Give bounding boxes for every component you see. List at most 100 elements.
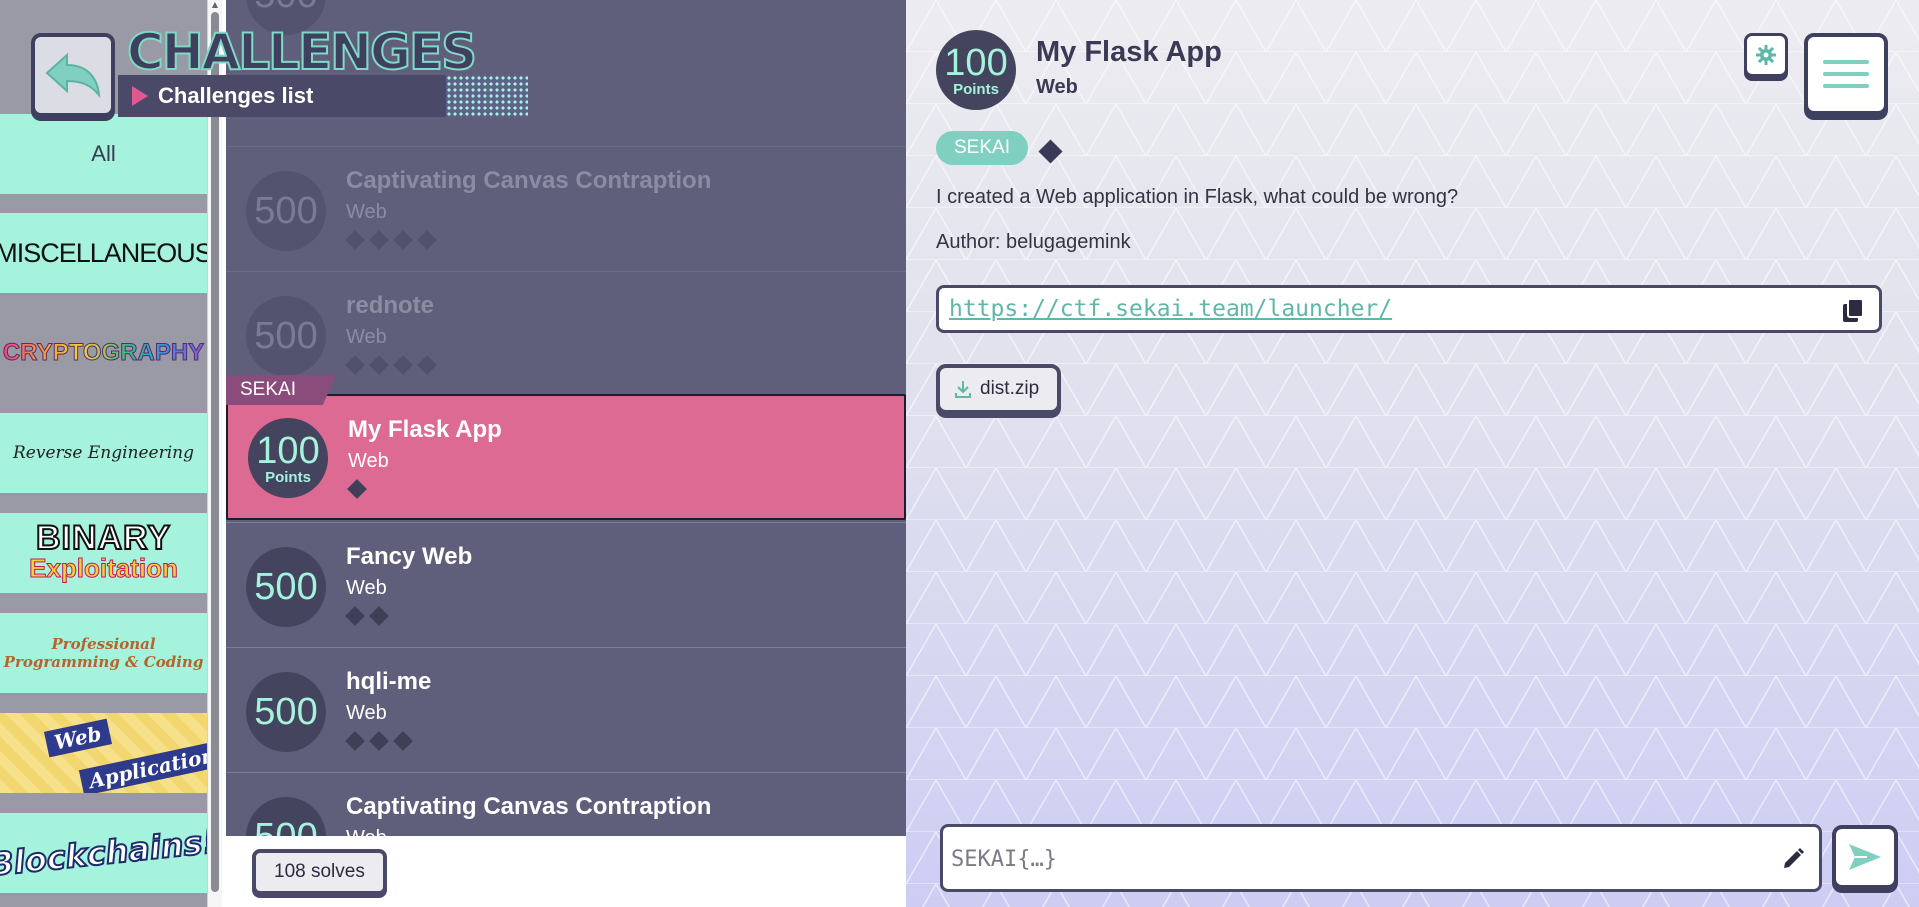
challenge-category: Web [346, 201, 387, 223]
challenge-category: Web [346, 577, 387, 599]
difficulty-diamond-icon [417, 355, 437, 375]
category-sidebar: All MISCELLANEOUS CRYPTOGRAPHY Reverse E… [0, 0, 207, 907]
hamburger-menu-button[interactable] [1804, 33, 1888, 115]
challenge-description: I created a Web application in Flask, wh… [936, 186, 1459, 208]
dot-pattern [446, 75, 528, 117]
download-button[interactable]: dist.zip [936, 364, 1062, 414]
points-badge: 500 [246, 171, 326, 251]
challenge-title: Captivating Canvas Contraption [346, 167, 712, 194]
detail-category: Web [1036, 76, 1078, 98]
challenge-row[interactable]: 500 Captivating Canvas Contraption Web [226, 772, 906, 836]
challenge-title: rednote [346, 292, 435, 319]
page-subtitle-label: Challenges list [158, 83, 314, 108]
category-crypto[interactable]: CRYPTOGRAPHY [0, 313, 207, 393]
challenge-title: Captivating Canvas Contraption [346, 793, 712, 820]
category-misc[interactable]: MISCELLANEOUS [0, 213, 207, 293]
menu-line [1823, 72, 1869, 76]
back-arrow-icon [45, 52, 101, 99]
difficulty-diamond-icon [417, 230, 437, 250]
download-label: dist.zip [980, 378, 1040, 399]
difficulty-indicator [347, 479, 367, 499]
category-ppc[interactable]: Professional Programming & Coding [0, 613, 207, 693]
points-badge: 500 [246, 296, 326, 376]
difficulty-diamond-icon [369, 731, 389, 751]
category-web-label-2: Application [78, 740, 207, 793]
category-reverse[interactable]: Reverse Engineering [0, 413, 207, 493]
challenge-row[interactable]: 500 Fancy Web Web [226, 522, 906, 646]
detail-points-badge: 100 Points [936, 30, 1016, 110]
triangle-pattern [906, 0, 1919, 907]
category-pwn-label-2: Exploitation [29, 553, 179, 584]
category-crypto-label: CRYPTOGRAPHY [2, 339, 205, 367]
difficulty-diamond-icon [345, 731, 365, 751]
sidebar-scrollbar[interactable]: ▲ [207, 0, 222, 907]
challenge-category: Web [348, 450, 389, 472]
points-label: Points [265, 468, 311, 486]
category-all[interactable]: All [0, 114, 207, 194]
difficulty-diamond-icon [345, 230, 365, 250]
difficulty-diamond-icon [369, 230, 389, 250]
difficulty-diamond-icon [393, 230, 413, 250]
challenge-category: Web [346, 827, 387, 836]
category-web[interactable]: Web Application [0, 713, 207, 793]
challenge-title: My Flask App [348, 416, 502, 443]
category-all-label: All [91, 141, 116, 166]
copy-icon[interactable] [1841, 298, 1865, 324]
points-badge: 500 [246, 797, 326, 836]
scroll-up-arrow-icon[interactable]: ▲ [211, 0, 219, 10]
flag-field[interactable] [940, 824, 1822, 892]
difficulty-indicator [345, 355, 437, 375]
challenge-row[interactable]: 500 hqli-me Web [226, 647, 906, 771]
category-pwn[interactable]: BINARY Exploitation [0, 513, 207, 593]
category-web-label-1: Web [43, 718, 112, 758]
detail-points-value: 100 [944, 41, 1008, 84]
play-triangle-icon [132, 86, 148, 106]
pencil-icon [1784, 848, 1804, 868]
detail-title: My Flask App [1036, 36, 1222, 68]
difficulty-diamond-icon [369, 355, 389, 375]
challenge-author: Author: belugagemink [936, 231, 1131, 253]
page-subtitle: Challenges list [118, 75, 528, 117]
category-pwn-label-1: BINARY [35, 519, 172, 557]
challenge-title: hqli-me [346, 668, 432, 695]
points-value: 500 [254, 566, 318, 608]
difficulty-diamond-icon [393, 731, 413, 751]
difficulty-indicator [345, 731, 413, 751]
points-badge: 100 Points [248, 418, 328, 498]
launcher-link[interactable]: https://ctf.sekai.team/launcher/ [949, 296, 1392, 322]
page-title: CHALLENGES [126, 22, 478, 82]
sekai-ribbon: SEKAI [226, 375, 336, 405]
difficulty-diamond-icon [347, 479, 367, 499]
difficulty-diamond-icon [393, 355, 413, 375]
points-value: 100 [256, 429, 320, 472]
back-button[interactable] [31, 33, 115, 117]
solves-button[interactable]: 108 solves [252, 849, 387, 895]
difficulty-indicator [345, 606, 389, 626]
points-value: 500 [254, 691, 318, 733]
challenge-row[interactable]: 500 Captivating Canvas Contraption Web [226, 146, 906, 270]
category-misc-label: MISCELLANEOUS [0, 237, 207, 268]
difficulty-indicator [345, 230, 437, 250]
submit-flag-button[interactable] [1832, 825, 1898, 889]
launcher-link-box: https://ctf.sekai.team/launcher/ [936, 285, 1882, 333]
points-badge: 500 [246, 672, 326, 752]
difficulty-diamond-icon [345, 606, 365, 626]
scrollbar-thumb[interactable] [211, 12, 219, 892]
points-value: 500 [254, 315, 318, 357]
challenge-list: 500 500 Captivating Canvas Contraption W… [226, 0, 906, 836]
menu-line [1823, 60, 1869, 64]
category-reverse-label: Reverse Engineering [13, 443, 194, 463]
category-ppc-label: Professional Programming & Coding [3, 635, 204, 671]
challenge-title: Fancy Web [346, 543, 473, 570]
settings-button[interactable] [1744, 33, 1788, 77]
points-value: 500 [254, 190, 318, 232]
flag-input[interactable] [949, 841, 1773, 877]
challenge-row-selected[interactable]: 100 Points My Flask App Web [226, 394, 906, 520]
category-blockchain-label: Blockchains! [0, 821, 207, 885]
download-icon [955, 381, 971, 398]
send-icon [1849, 844, 1881, 870]
category-blockchain[interactable]: Blockchains! [0, 813, 207, 893]
difficulty-diamond-icon [369, 606, 389, 626]
points-value: 500 [254, 818, 317, 836]
challenge-category: Web [346, 326, 387, 348]
